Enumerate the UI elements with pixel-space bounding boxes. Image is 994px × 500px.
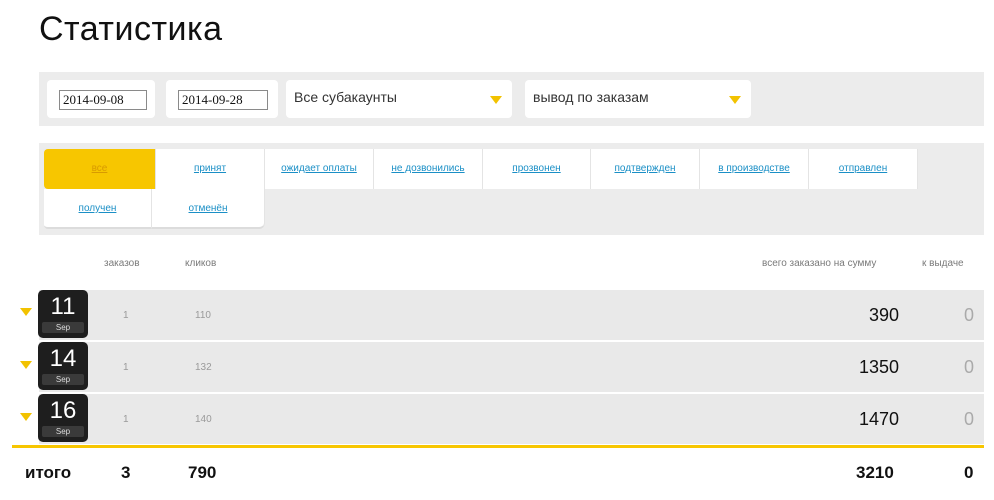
date-badge: 11 Sep [38, 290, 88, 338]
date-badge: 14 Sep [38, 342, 88, 390]
row-sum: 1350 [858, 357, 899, 377]
row-payout: 0 [963, 409, 974, 429]
row-orders: 1 [123, 414, 129, 425]
tab-received[interactable]: получен [44, 189, 152, 229]
output-mode-select[interactable]: вывод по заказам [525, 80, 751, 118]
column-header-clicks: кликов [185, 258, 217, 269]
totals-clicks: 790 [188, 463, 217, 482]
column-header-total-sum: всего заказано на сумму [762, 258, 877, 269]
date-badge-day: 11 [50, 293, 76, 320]
output-mode-select-value: вывод по заказам [533, 89, 649, 105]
totals-payout: 0 [964, 463, 974, 482]
expand-arrow-icon[interactable] [20, 413, 32, 421]
date-badge-month: Sep [42, 426, 84, 437]
tab-called[interactable]: прозвонен [483, 149, 591, 189]
subaccount-select-value: Все субакаунты [294, 89, 397, 105]
totals-label: итого [25, 463, 72, 482]
row-sum: 1470 [858, 409, 899, 429]
tab-accepted[interactable]: принят [156, 149, 265, 189]
date-badge-day: 16 [49, 397, 77, 424]
totals-divider [12, 445, 984, 448]
date-badge-month: Sep [42, 322, 84, 333]
tab-awaiting-payment[interactable]: ожидает оплаты [265, 149, 374, 189]
tab-all[interactable]: все [44, 149, 156, 189]
filter-bar: Все субакаунты вывод по заказам [39, 72, 984, 126]
expand-arrow-icon[interactable] [20, 308, 32, 316]
row-clicks: 140 [195, 414, 212, 425]
tab-cancelled[interactable]: отменён [152, 189, 265, 229]
tab-confirmed[interactable]: подтвержден [591, 149, 700, 189]
tab-shipped[interactable]: отправлен [809, 149, 918, 189]
tab-in-production[interactable]: в производстве [700, 149, 809, 189]
column-header-orders: заказов [104, 258, 140, 269]
row-payout: 0 [963, 357, 974, 377]
totals-orders: 3 [121, 463, 131, 482]
row-orders: 1 [123, 310, 129, 321]
date-badge-day: 14 [49, 345, 77, 372]
column-header-payout: к выдаче [922, 258, 964, 269]
row-orders: 1 [123, 362, 129, 373]
date-from-box [47, 80, 155, 118]
chevron-down-icon [490, 96, 502, 104]
tab-not-reached[interactable]: не дозвонились [374, 149, 483, 189]
row-clicks: 132 [195, 362, 212, 373]
date-badge-month: Sep [42, 374, 84, 385]
page-title: Статистика [39, 10, 223, 48]
subaccount-select[interactable]: Все субакаунты [286, 80, 512, 118]
date-badge: 16 Sep [38, 394, 88, 442]
totals-sum: 3210 [856, 463, 894, 482]
date-to-input[interactable] [178, 90, 268, 110]
row-clicks: 110 [195, 310, 211, 321]
chevron-down-icon [729, 96, 741, 104]
row-sum: 390 [868, 305, 899, 325]
date-from-input[interactable] [59, 90, 147, 110]
date-to-box [166, 80, 278, 118]
status-tabs: все принят ожидает оплаты не дозвонились… [39, 143, 984, 235]
expand-arrow-icon[interactable] [20, 361, 32, 369]
row-payout: 0 [963, 305, 974, 325]
